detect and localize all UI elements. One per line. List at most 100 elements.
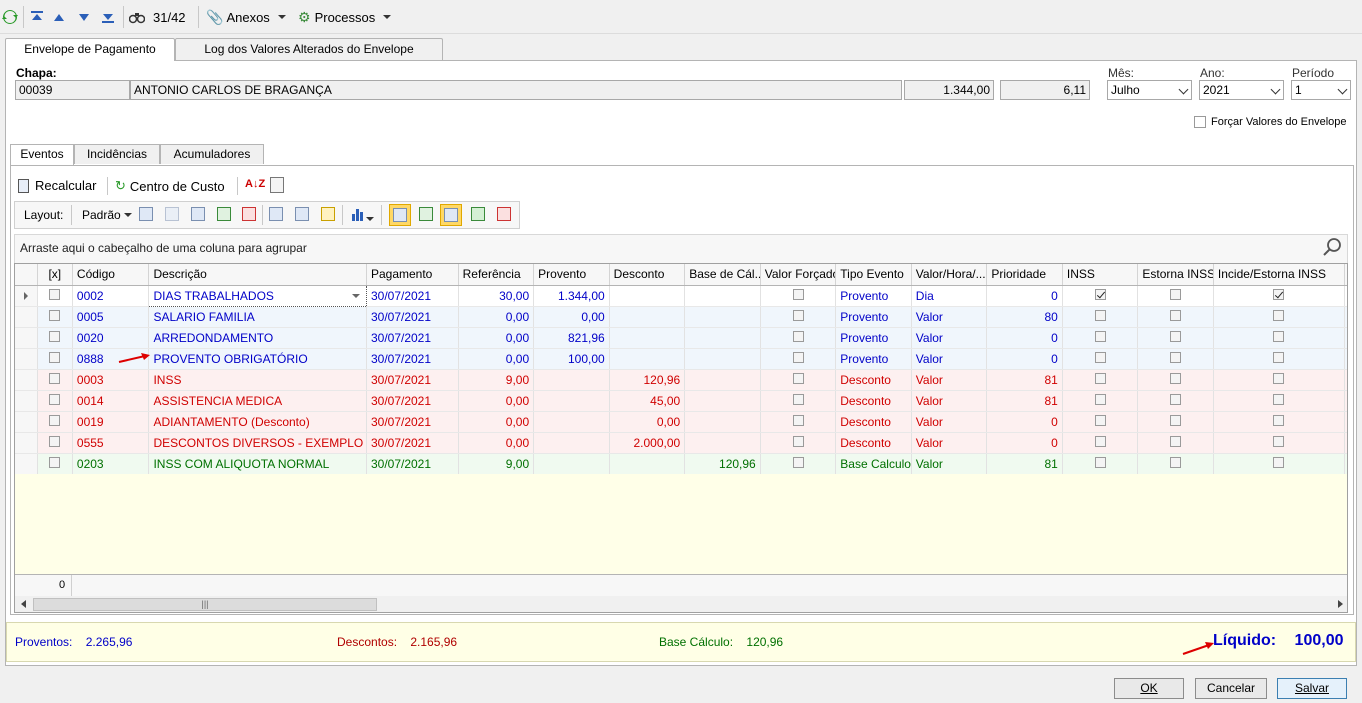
col-header-pagamento[interactable]: Pagamento [366,264,459,286]
cell-desconto[interactable]: 2.000,00 [609,432,686,454]
row-select-checkbox[interactable] [37,453,73,475]
cell-base[interactable]: 120,96 [684,453,761,475]
row-select-checkbox[interactable] [37,369,73,391]
cell-base[interactable] [684,348,761,370]
cell-inss[interactable] [1062,348,1139,370]
cell-descricao[interactable]: ASSISTENCIA MEDICA [148,390,367,412]
checkbox[interactable] [49,330,61,342]
cell-pagamento[interactable]: 30/07/2021 [366,306,459,328]
next-record-icon[interactable] [79,6,89,28]
cell-referencia[interactable]: 0,00 [458,432,535,454]
col-header-desconto[interactable]: Desconto [609,264,686,286]
cell-desconto[interactable]: 0,00 [609,411,686,433]
cell-ir[interactable] [1344,432,1347,454]
cell-codigo[interactable]: 0203 [72,453,150,475]
cell-referencia[interactable]: 9,00 [458,453,535,475]
checkbox[interactable] [1273,330,1285,342]
horizontal-scrollbar[interactable]: ||| [15,596,1347,612]
cell-tipo-evento[interactable]: Desconto [835,432,912,454]
checkbox[interactable] [1273,414,1285,426]
cell-desconto[interactable] [609,285,686,307]
cell-desconto[interactable]: 120,96 [609,369,686,391]
cell-desconto[interactable] [609,306,686,328]
cell-ir[interactable] [1344,369,1347,391]
cell-inss[interactable] [1062,390,1139,412]
chapa-name-field[interactable]: ANTONIO CARLOS DE BRAGANÇA [130,80,902,100]
table-row[interactable]: 0002 DIAS TRABALHADOS 30/07/2021 30,00 1.344… [15,284,1347,307]
cell-incide-estorna[interactable] [1213,453,1345,475]
cell-tipo-evento[interactable]: Provento [835,327,912,349]
cell-valor-forcado[interactable] [760,390,837,412]
cell-pagamento[interactable]: 30/07/2021 [366,327,459,349]
save-layout-icon[interactable] [139,207,153,221]
cell-valor-hora[interactable]: Valor [911,348,988,370]
checkbox[interactable] [1094,372,1106,384]
checkbox[interactable] [792,393,804,405]
cell-base[interactable] [684,285,761,307]
cell-desconto[interactable] [609,453,686,475]
tab-log[interactable]: Log dos Valores Alterados do Envelope [175,38,443,60]
cell-referencia[interactable]: 30,00 [458,285,535,307]
cell-codigo[interactable]: 0020 [72,327,150,349]
cell-tipo-evento[interactable]: Desconto [835,390,912,412]
col-header-codigo[interactable]: Código [72,264,150,286]
cancel-button[interactable]: Cancelar [1195,678,1267,699]
checkbox[interactable] [1094,309,1106,321]
cell-pagamento[interactable]: 30/07/2021 [366,369,459,391]
cell-provento[interactable] [533,453,610,475]
cell-desconto[interactable]: 45,00 [609,390,686,412]
table-row[interactable]: 0014 ASSISTENCIA MEDICA 30/07/2021 0,00 45,0… [15,390,1347,412]
cell-estorna-inss[interactable] [1137,411,1214,433]
cell-descricao[interactable]: DESCONTOS DIVERSOS - EXEMPLO [148,432,367,454]
cell-prioridade[interactable]: 81 [986,390,1063,412]
cell-base[interactable] [684,306,761,328]
view-grid-icon[interactable] [471,207,485,221]
cell-inss[interactable] [1062,327,1139,349]
table-row[interactable]: 0020 ARREDONDAMENTO 30/07/2021 0,00 821,96 Pr… [15,327,1347,349]
cell-descricao[interactable]: SALARIO FAMILIA [148,306,367,328]
checkbox[interactable] [792,288,804,300]
sum-icon[interactable] [295,207,309,221]
checkbox[interactable] [1273,309,1285,321]
cell-base[interactable] [684,369,761,391]
cell-ir[interactable] [1344,327,1347,349]
cell-provento[interactable] [533,390,610,412]
checkbox[interactable] [49,288,61,300]
cell-referencia[interactable]: 0,00 [458,348,535,370]
refresh-icon[interactable] [2,6,18,28]
view-group-panel-toggle[interactable] [389,204,411,226]
cell-ir[interactable] [1344,285,1347,307]
col-header-ir[interactable]: IR [1344,264,1347,286]
checkbox[interactable] [1273,351,1285,363]
row-select-checkbox[interactable] [37,285,73,307]
centro-custo-button[interactable]: ↻ Centro de Custo [115,178,225,194]
table-row[interactable]: 0555 DESCONTOS DIVERSOS - EXEMPLO 30/07/20… [15,432,1347,454]
cell-descricao[interactable]: PROVENTO OBRIGATÓRIO [148,348,367,370]
cell-valor-forcado[interactable] [760,327,837,349]
forcar-valores-checkbox[interactable]: Forçar Valores do Envelope [1194,116,1347,128]
col-header-incide-estorna[interactable]: Incide/Estorna INSS [1213,264,1345,286]
last-record-icon[interactable] [101,6,115,28]
checkbox[interactable] [1273,372,1285,384]
cell-prioridade[interactable]: 0 [986,327,1063,349]
cell-pagamento[interactable]: 30/07/2021 [366,432,459,454]
cell-estorna-inss[interactable] [1137,348,1214,370]
export-layout-icon[interactable] [242,207,256,221]
row-select-checkbox[interactable] [37,306,73,328]
row-select-checkbox[interactable] [37,327,73,349]
checkbox[interactable] [1273,393,1285,405]
view-footer-icon[interactable] [419,207,433,221]
cell-tipo-evento[interactable]: Base Calculo [835,453,912,475]
columns-icon[interactable] [191,207,205,221]
checkbox[interactable] [792,309,804,321]
cell-ir[interactable] [1344,390,1347,412]
highlight-icon[interactable] [321,207,335,221]
checkbox[interactable] [1094,393,1106,405]
cell-base[interactable] [684,411,761,433]
checkbox[interactable] [792,372,804,384]
first-record-icon[interactable] [30,6,44,28]
scroll-right-icon[interactable] [1338,600,1343,608]
cell-codigo[interactable]: 0014 [72,390,150,412]
cell-valor-hora[interactable]: Valor [911,453,988,475]
anexos-button[interactable]: 📎 Anexos [206,6,286,28]
